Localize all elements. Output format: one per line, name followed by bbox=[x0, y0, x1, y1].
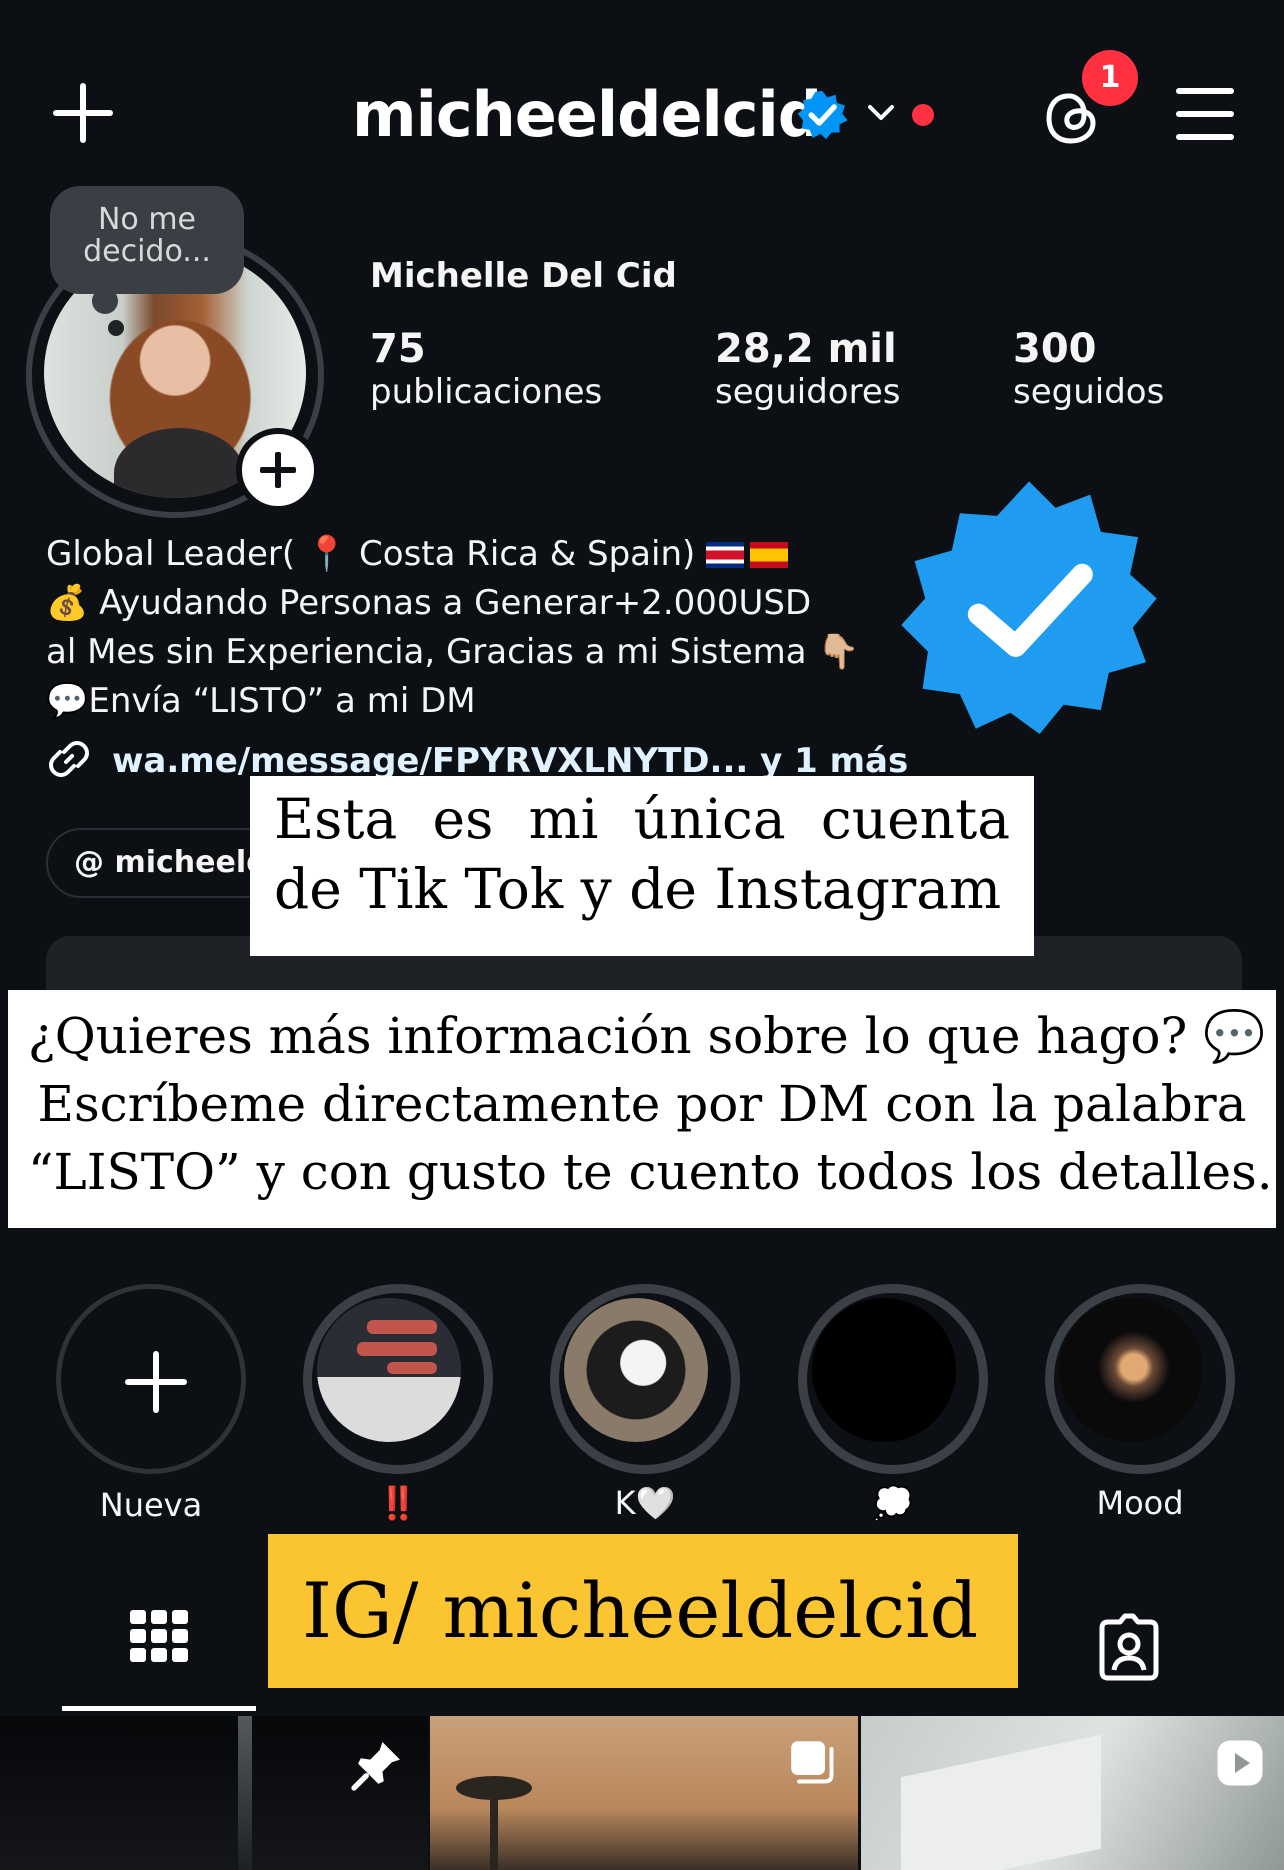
highlight-label-k: K🤍 bbox=[614, 1484, 676, 1522]
bio-line-1: Global Leader( 📍 Costa Rica & Spain) bbox=[46, 530, 906, 579]
menu-icon[interactable] bbox=[1176, 88, 1234, 140]
caption-more-info-line-3: “LISTO” y con gusto te cuento todos los … bbox=[28, 1143, 1273, 1201]
bio-line-2: 💰 Ayudando Personas a Generar+2.000USD bbox=[46, 583, 812, 623]
highlight-4[interactable] bbox=[1045, 1284, 1235, 1474]
grid-tab-icon[interactable] bbox=[130, 1610, 188, 1678]
bio-link-text[interactable]: wa.me/message/FPYRVXLNYTD... y 1 más bbox=[112, 741, 908, 781]
notification-badge: 1 bbox=[1082, 50, 1138, 106]
chevron-down-icon[interactable] bbox=[866, 98, 896, 128]
large-verified-badge-icon bbox=[901, 481, 1157, 735]
highlight-ring bbox=[550, 1284, 740, 1474]
verified-badge-icon bbox=[797, 90, 848, 140]
stat-posts-value: 75 bbox=[370, 326, 426, 372]
post-thumbnail-1[interactable] bbox=[0, 1716, 428, 1870]
reel-icon bbox=[1217, 1740, 1263, 1786]
threads-small-icon: @ bbox=[74, 845, 104, 880]
full-name: Michelle Del Cid bbox=[370, 256, 677, 296]
highlight-label-exclamation: ‼️ bbox=[378, 1484, 418, 1522]
caption-unique-account: Esta es mi única cuenta de Tik Tok y de … bbox=[250, 776, 1034, 956]
highlight-2[interactable] bbox=[550, 1284, 740, 1474]
highlight-new[interactable] bbox=[56, 1284, 246, 1474]
bio-line-3: al Mes sin Experiencia, Gracias a mi Sis… bbox=[46, 632, 860, 672]
tagged-person-icon[interactable] bbox=[1094, 1612, 1164, 1682]
stat-following-label: seguidos bbox=[1013, 372, 1165, 412]
highlight-label-nueva: Nueva bbox=[99, 1486, 203, 1524]
dog-photo-thumbnail bbox=[564, 1298, 708, 1442]
stat-followers[interactable]: 28,2 mil seguidores bbox=[715, 326, 900, 412]
link-icon bbox=[49, 741, 89, 777]
account-alert-dot bbox=[912, 104, 934, 126]
caption-more-info-line-2: Escríbeme directamente por DM con la pal… bbox=[37, 1075, 1247, 1133]
dark-photo-thumbnail bbox=[812, 1298, 956, 1442]
highlight-ring bbox=[1045, 1284, 1235, 1474]
bio: Global Leader( 📍 Costa Rica & Spain) 💰 A… bbox=[46, 530, 906, 726]
note-bubble-tail-small bbox=[108, 320, 124, 336]
create-plus-icon[interactable] bbox=[50, 80, 116, 146]
stat-following[interactable]: 300 seguidos bbox=[1013, 326, 1164, 412]
stat-followers-label: seguidores bbox=[715, 372, 901, 412]
stat-following-value: 300 bbox=[1013, 326, 1097, 372]
caption-more-info: ¿Quieres más información sobre lo que ha… bbox=[8, 990, 1276, 1228]
caption-more-info-line-1: ¿Quieres más información sobre lo que ha… bbox=[28, 1007, 1266, 1065]
profile-username[interactable]: micheeldelcid bbox=[352, 70, 822, 160]
bio-line-4: 💬Envía “LISTO” a mi DM bbox=[46, 681, 476, 721]
caption-ig-handle: IG/ micheeldelcid bbox=[268, 1534, 1018, 1688]
carousel-icon bbox=[791, 1741, 834, 1784]
post-thumbnail-2[interactable] bbox=[430, 1716, 858, 1870]
stat-followers-value: 28,2 mil bbox=[715, 326, 897, 372]
post-thumbnail-3[interactable] bbox=[861, 1716, 1284, 1870]
spain-flag-icon bbox=[750, 542, 789, 568]
new-highlight-plus-icon bbox=[56, 1284, 246, 1474]
highlight-label-mood: Mood bbox=[1096, 1484, 1184, 1522]
highlight-1[interactable] bbox=[303, 1284, 493, 1474]
candle-photo-thumbnail bbox=[1059, 1298, 1203, 1442]
highlight-ring bbox=[798, 1284, 988, 1474]
highlight-label-thought: 💭 bbox=[873, 1484, 913, 1522]
costa-rica-flag-icon bbox=[706, 542, 745, 568]
profile-note[interactable]: No me decido... bbox=[50, 186, 244, 294]
chat-screenshot-thumbnail bbox=[317, 1298, 461, 1442]
stat-posts[interactable]: 75 publicaciones bbox=[370, 326, 602, 412]
bio-line-1-text: Global Leader( 📍 Costa Rica & Spain) bbox=[46, 534, 696, 574]
pin-icon bbox=[351, 1742, 400, 1791]
note-bubble-tail bbox=[92, 288, 118, 314]
highlight-ring bbox=[303, 1284, 493, 1474]
active-tab-indicator bbox=[62, 1706, 256, 1711]
stat-posts-label: publicaciones bbox=[370, 372, 603, 412]
highlight-3[interactable] bbox=[798, 1284, 988, 1474]
add-story-icon[interactable] bbox=[236, 428, 320, 512]
